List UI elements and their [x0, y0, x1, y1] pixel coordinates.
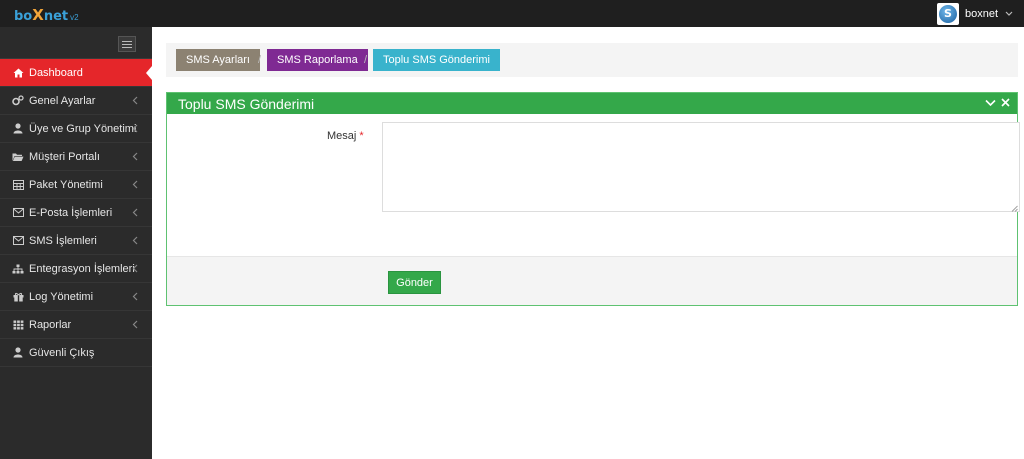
sidebar-item-sms-i-şlemleri[interactable]: SMS İşlemleri [0, 227, 152, 255]
panel-body: Mesaj * [167, 114, 1020, 256]
chevron-left-icon [132, 320, 140, 330]
user-icon [12, 123, 24, 135]
chevron-left-icon [132, 264, 140, 274]
sidebar-item-label: Raporlar [29, 318, 72, 331]
panel-tools [985, 97, 1011, 108]
sidebar-item-label: Dashboard [29, 66, 83, 79]
collapse-chevron-icon[interactable] [985, 97, 996, 108]
sidebar-item-label: E-Posta İşlemleri [29, 206, 113, 219]
sidebar-item-raporlar[interactable]: Raporlar [0, 311, 152, 339]
sidebar-item-genel-ayarlar[interactable]: Genel Ayarlar [0, 87, 152, 115]
logo-text-end: net [43, 9, 69, 24]
sidebar-item-label: Müşteri Portalı [29, 150, 100, 163]
sidebar-item-dashboard[interactable]: Dashboard [0, 59, 152, 87]
gift-icon [12, 291, 24, 303]
message-label: Mesaj * [327, 130, 364, 142]
breadcrumb-item-sms-settings[interactable]: SMS Ayarları [176, 49, 260, 71]
sidebar-item-label: Üye ve Grup Yönetimi [29, 122, 137, 135]
sitemap-icon [12, 263, 24, 275]
breadcrumb: SMS Ayarları / SMS Raporlama / Toplu SMS… [166, 43, 1018, 77]
sidebar-item-label: Genel Ayarlar [29, 94, 96, 107]
sidebar-toggle-button[interactable] [118, 36, 136, 52]
chevron-left-icon [132, 180, 140, 190]
username: boxnet [964, 7, 998, 20]
logo-text-start: bo [14, 9, 33, 24]
breadcrumb-item-bulk-sms[interactable]: Toplu SMS Gönderimi [373, 49, 500, 71]
grid-icon [12, 319, 24, 331]
panel-title: Toplu SMS Gönderimi [178, 95, 315, 112]
sidebar-item-label: Log Yönetimi [29, 290, 94, 303]
send-button[interactable]: Gönder [388, 271, 441, 294]
sidebar-item-paket-yönetimi[interactable]: Paket Yönetimi [0, 171, 152, 199]
sidebar-item-entegrasyon-i-şlemleri[interactable]: Entegrasyon İşlemleri [0, 255, 152, 283]
chevron-left-icon [132, 96, 140, 106]
sidebar-toggle-row [0, 27, 152, 59]
sidebar-item-üye-ve-grup-yönetimi[interactable]: Üye ve Grup Yönetimi [0, 115, 152, 143]
folder-icon [12, 151, 24, 163]
required-mark: * [359, 130, 364, 142]
user-menu[interactable]: S boxnet [936, 2, 1014, 25]
sidebar-item-müşteri-portalı[interactable]: Müşteri Portalı [0, 143, 152, 171]
sidebar-item-label: Güvenli Çıkış [29, 346, 95, 359]
logo-version: v2 [70, 13, 79, 22]
avatar: S [936, 2, 959, 25]
chevron-left-icon [132, 292, 140, 302]
sidebar-item-güvenli-çıkış[interactable]: Güvenli Çıkış [0, 339, 152, 367]
message-textarea[interactable] [382, 122, 1020, 212]
chevron-left-icon [132, 152, 140, 162]
logo[interactable]: bo X net v2 [14, 6, 79, 24]
logo-text-x: X [32, 6, 44, 24]
sidebar-item-e-posta-i-şlemleri[interactable]: E-Posta İşlemleri [0, 199, 152, 227]
sidebar-item-label: Paket Yönetimi [29, 178, 103, 191]
home-icon [12, 67, 24, 79]
panel-header: Toplu SMS Gönderimi [167, 93, 1017, 114]
breadcrumb-item-sms-reports[interactable]: SMS Raporlama [267, 49, 368, 71]
bulk-sms-panel: Toplu SMS Gönderimi Mesaj * Gönder [166, 92, 1020, 306]
sidebar-item-label: SMS İşlemleri [29, 234, 97, 247]
envelope-icon [12, 207, 24, 219]
top-bar: bo X net v2 S boxnet [0, 0, 1024, 27]
sidebar: Dashboard Genel Ayarlar Üye ve Grup Yöneti… [0, 27, 152, 459]
table-icon [12, 179, 24, 191]
main-content: SMS Ayarları / SMS Raporlama / Toplu SMS… [152, 27, 1024, 459]
message-label-text: Mesaj [327, 130, 357, 142]
breadcrumb-separator: / [258, 54, 262, 66]
user-icon [12, 347, 24, 359]
sidebar-item-log-yönetimi[interactable]: Log Yönetimi [0, 283, 152, 311]
chevron-left-icon [132, 124, 140, 134]
panel-footer: Gönder [167, 256, 1017, 305]
avatar-logo-icon: S [938, 4, 957, 23]
chevron-down-icon [1004, 9, 1014, 19]
chevron-left-icon [132, 236, 140, 246]
envelope-icon [12, 235, 24, 247]
breadcrumb-separator: / [364, 54, 368, 66]
cogs-icon [12, 95, 24, 107]
resize-grip-icon[interactable] [1011, 203, 1018, 212]
sidebar-nav: Dashboard Genel Ayarlar Üye ve Grup Yöneti… [0, 59, 152, 367]
chevron-left-icon [132, 208, 140, 218]
close-icon[interactable] [1000, 97, 1011, 108]
sidebar-item-label: Entegrasyon İşlemleri [29, 262, 135, 275]
